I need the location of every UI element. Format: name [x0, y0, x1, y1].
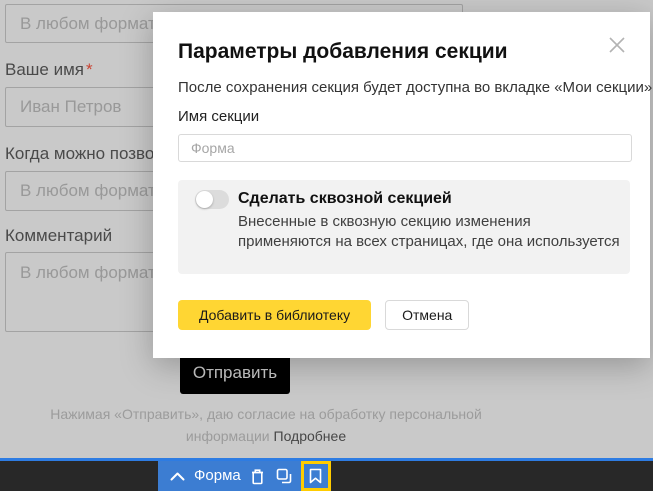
- toggle-description: Внесенные в сквозную секцию изменения пр…: [238, 212, 630, 252]
- section-toolbar: Форма: [0, 458, 653, 491]
- modal-buttons-row: Добавить в библиотеку Отмена: [178, 300, 632, 330]
- section-name-badge: Форма: [194, 461, 241, 491]
- chevron-up-icon[interactable]: [168, 461, 186, 491]
- page: Ваше имя* Когда можно позвонить Коммента…: [0, 0, 653, 491]
- duplicate-icon[interactable]: [275, 461, 293, 491]
- through-section-toggle[interactable]: [195, 190, 229, 209]
- section-name-input[interactable]: [178, 134, 632, 162]
- close-icon[interactable]: [606, 34, 628, 56]
- toggle-knob: [196, 191, 213, 208]
- add-section-modal: Параметры добавления секции После сохран…: [153, 12, 650, 358]
- toggle-description-line1: Внесенные в сквозную секцию изменения: [238, 212, 630, 232]
- trash-icon[interactable]: [249, 461, 267, 491]
- section-name-label: Имя секции: [178, 108, 632, 126]
- section-controls-group: Форма: [158, 461, 331, 491]
- toggle-description-line2: применяются на всех страницах, где она и…: [238, 232, 630, 252]
- add-to-library-button[interactable]: Добавить в библиотеку: [178, 300, 371, 330]
- bookmark-icon[interactable]: [301, 461, 331, 491]
- modal-title: Параметры добавления секции: [178, 40, 632, 64]
- toggle-label: Сделать сквозной секцией: [238, 189, 630, 209]
- cancel-button[interactable]: Отмена: [385, 300, 469, 330]
- modal-subtitle: После сохранения секция будет доступна в…: [178, 78, 632, 98]
- through-section-panel: Сделать сквозной секцией Внесенные в скв…: [178, 180, 630, 274]
- toolbar-body: Форма: [0, 461, 653, 491]
